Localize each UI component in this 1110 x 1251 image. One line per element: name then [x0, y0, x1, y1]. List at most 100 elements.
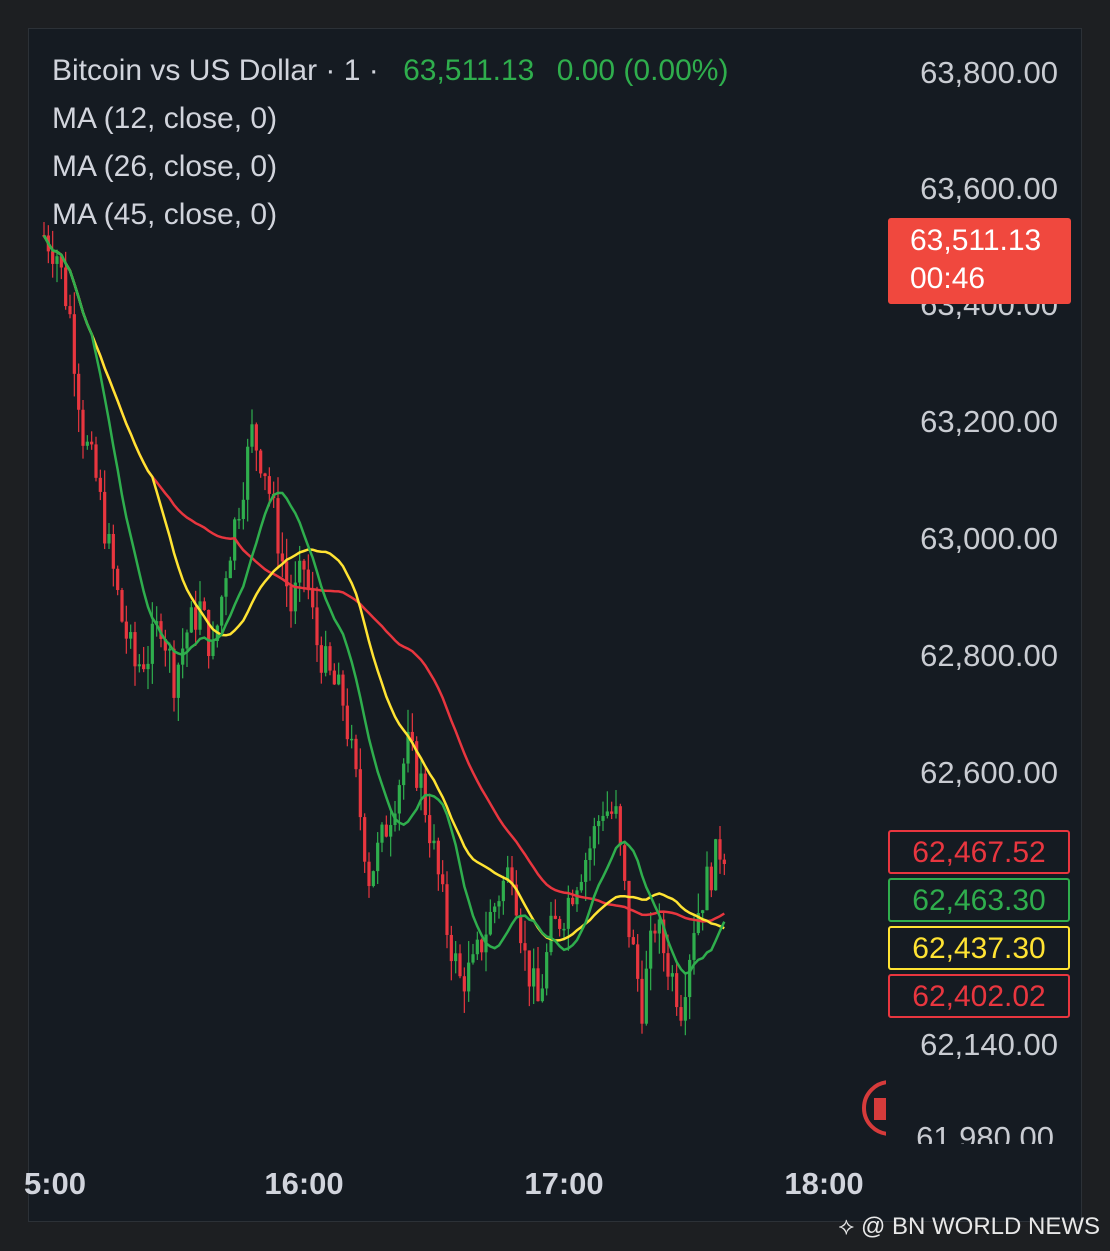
candle-body	[103, 491, 107, 544]
x-tick-label: 17:00	[524, 1166, 604, 1201]
y-tick-label: 61,980.00	[916, 1120, 1054, 1144]
x-tick-label: 5:00	[23, 1166, 87, 1201]
candle-body	[133, 632, 137, 667]
candle-body	[319, 645, 323, 673]
candle-body	[68, 306, 72, 315]
candle-body	[705, 866, 709, 911]
candle-body	[532, 968, 536, 987]
candle-body	[445, 884, 449, 935]
candle-body	[111, 533, 115, 569]
candle-body	[311, 590, 315, 608]
candle-body	[588, 848, 592, 860]
candle-body	[523, 943, 527, 951]
candle-body	[623, 845, 627, 881]
candle-body	[480, 939, 484, 953]
ma26-line	[42, 234, 725, 942]
candle-body	[536, 968, 540, 1002]
watermark: ⟡ @ BN WORLD NEWS	[838, 1213, 1100, 1241]
candle-body	[358, 769, 362, 818]
candle-body	[146, 663, 150, 670]
legend-last-price: 63,511.13	[403, 54, 535, 87]
candle-body	[540, 988, 544, 1002]
ma26-price-tag: 62,437.30	[888, 926, 1070, 970]
candle-body	[722, 859, 726, 865]
candle-body	[562, 928, 566, 931]
candle-body	[471, 954, 475, 963]
candle-body	[116, 568, 120, 591]
y-tick-label: 62,140.00	[920, 1027, 1058, 1062]
candle-body	[241, 499, 245, 519]
candle-body	[142, 664, 146, 670]
candle-body	[332, 670, 336, 685]
candle-body	[367, 861, 371, 887]
candle-body	[475, 939, 479, 955]
candle-body	[549, 915, 553, 953]
candle-body	[181, 648, 185, 665]
y-tick-label: 62,800.00	[920, 638, 1058, 673]
candle-body	[55, 256, 59, 264]
candle-body	[584, 859, 588, 882]
candle-body	[605, 811, 609, 816]
candle-body	[194, 607, 198, 630]
legend-symbol-row[interactable]: Bitcoin vs US Dollar · 1 · 63,511.13 0.0…	[52, 54, 728, 88]
legend-ma26[interactable]: MA (26, close, 0)	[52, 150, 277, 184]
candle-body	[389, 825, 393, 837]
candle-body	[276, 498, 280, 554]
candle-body	[315, 607, 319, 646]
candle-body	[493, 906, 497, 912]
candle-body	[519, 915, 523, 944]
candle-body	[51, 251, 55, 264]
candle-body	[376, 842, 380, 872]
candle-body	[263, 473, 267, 477]
y-tick-label: 63,000.00	[920, 521, 1058, 556]
candle-body	[250, 424, 254, 447]
candle-body	[402, 763, 406, 786]
y-tick-label: 62,600.00	[920, 755, 1058, 790]
candle-body	[488, 911, 492, 935]
candle-body	[341, 674, 345, 706]
candle-body	[337, 674, 341, 685]
candle-body	[636, 944, 640, 979]
candle-body	[709, 866, 713, 891]
candle-body	[419, 773, 423, 788]
candle-body	[224, 578, 228, 597]
candle-body	[458, 953, 462, 977]
candle-body	[614, 806, 618, 814]
x-tick-label: 16:00	[264, 1166, 344, 1201]
candle-body	[432, 840, 436, 844]
candle-body	[354, 738, 358, 770]
candle-body	[497, 901, 501, 907]
candle-body	[220, 596, 224, 626]
candle-body	[714, 839, 718, 891]
candle-body	[168, 648, 172, 651]
candle-body	[397, 785, 401, 814]
candle-body	[350, 738, 354, 741]
candle-body	[428, 815, 432, 844]
candle-body	[640, 978, 644, 1024]
candle-body	[129, 632, 133, 639]
candle-body	[571, 897, 575, 905]
candle-body	[306, 569, 310, 591]
candle-body	[81, 409, 85, 446]
candle-body	[64, 267, 68, 307]
legend-ma45[interactable]: MA (45, close, 0)	[52, 198, 277, 232]
ma45-price-tag: 62,402.02	[888, 974, 1070, 1018]
bar-countdown: 00:46	[910, 262, 986, 295]
candle-body	[579, 881, 583, 891]
legend-ma12[interactable]: MA (12, close, 0)	[52, 102, 277, 136]
candle-body	[124, 621, 128, 639]
candle-body	[436, 840, 440, 875]
candle-body	[198, 601, 202, 630]
legend-change: 0.00 (0.00%)	[556, 54, 729, 87]
candle-body	[137, 664, 141, 667]
candle-body	[692, 933, 696, 960]
candle-body	[675, 973, 679, 1008]
candle-body	[553, 915, 557, 919]
candle-body	[185, 632, 189, 649]
candle-body	[384, 824, 388, 837]
candle-body	[189, 607, 193, 633]
candle-body	[371, 871, 375, 887]
candle-body	[467, 962, 471, 992]
candle-body	[267, 476, 271, 494]
candle-body	[527, 950, 531, 987]
